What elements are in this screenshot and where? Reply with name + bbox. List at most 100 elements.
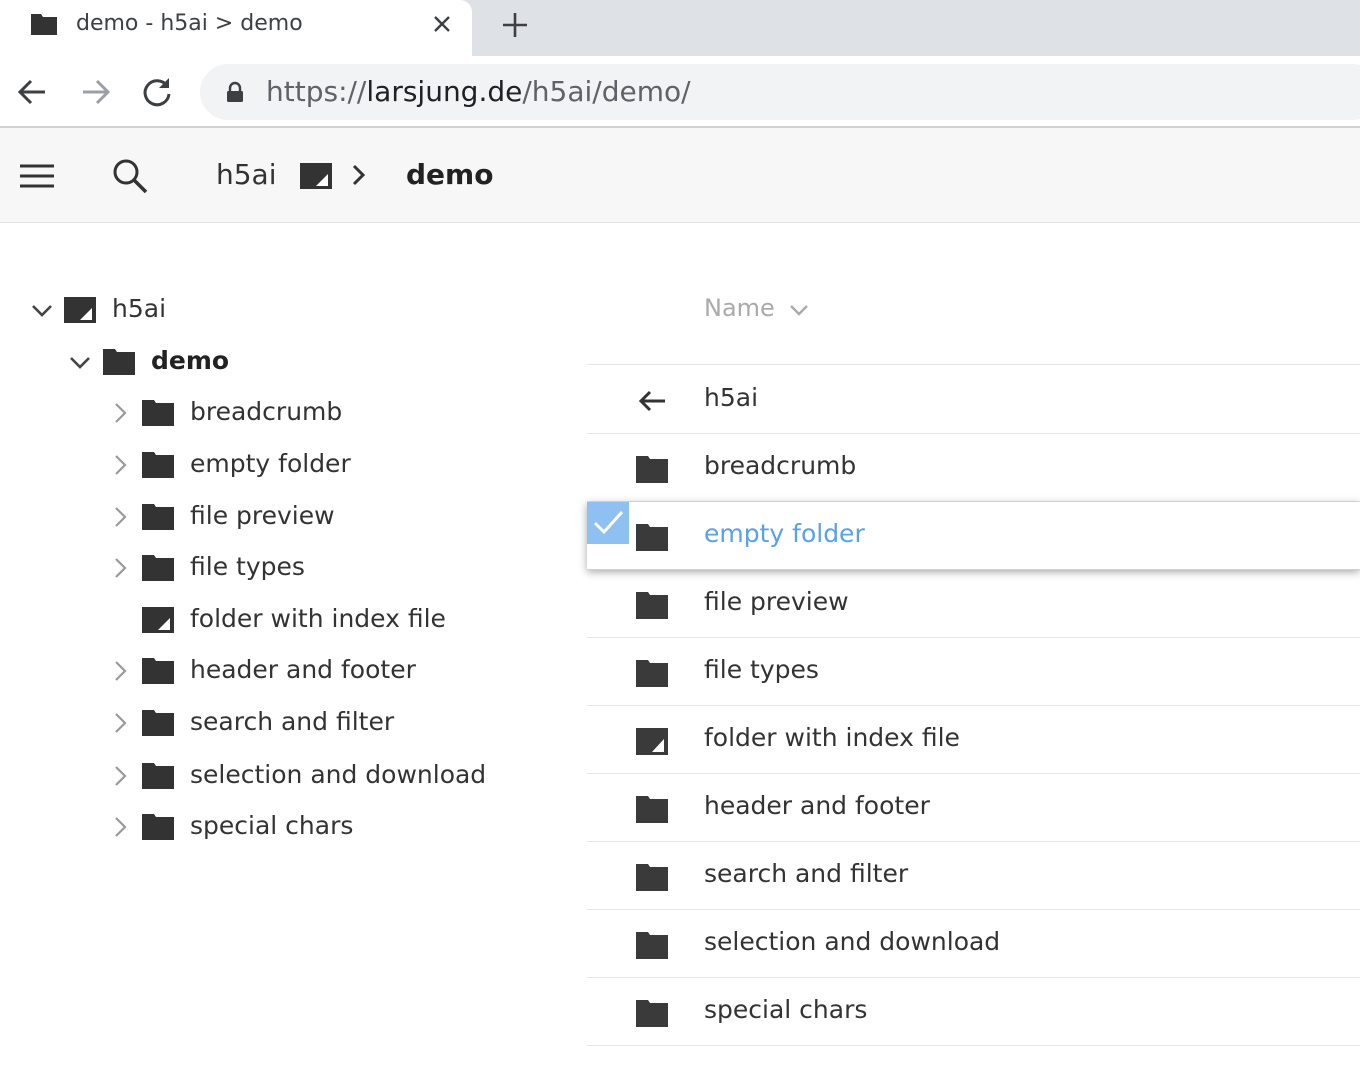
chevron-right-icon[interactable] xyxy=(108,453,132,477)
chevron-right-icon[interactable] xyxy=(108,505,132,529)
item-label: search and filter xyxy=(704,859,909,888)
folder-page-icon xyxy=(636,728,668,755)
arrow-left-icon[interactable] xyxy=(13,72,53,112)
folder-icon xyxy=(142,658,174,684)
address-bar[interactable]: https://larsjung.de/h5ai/demo/ xyxy=(200,64,1360,120)
chevron-down-icon[interactable] xyxy=(68,350,92,374)
breadcrumb-root[interactable]: h5ai xyxy=(216,158,277,191)
tree-item[interactable]: file types xyxy=(108,548,528,588)
tree-label: file preview xyxy=(190,501,335,530)
tree-label: demo xyxy=(151,346,230,375)
tree-label: empty folder xyxy=(190,449,351,478)
chevron-right-icon xyxy=(352,164,366,186)
tree-label: h5ai xyxy=(112,294,167,323)
tree-item[interactable]: empty folder xyxy=(108,445,528,485)
folder-icon xyxy=(142,710,174,736)
tree-item[interactable]: folder with index file xyxy=(108,600,528,640)
chevron-down-icon[interactable] xyxy=(787,298,811,322)
folder-icon xyxy=(103,349,135,375)
browser-tab[interactable]: demo - h5ai > demo xyxy=(0,0,472,56)
hamburger-menu-icon[interactable] xyxy=(18,161,56,191)
item-label: header and footer xyxy=(704,791,930,820)
item-label: file types xyxy=(704,655,819,684)
folder-icon xyxy=(142,504,174,530)
folder-icon xyxy=(636,456,668,483)
tree-item[interactable]: selection and download xyxy=(108,756,528,796)
tree-item-current[interactable]: demo xyxy=(68,342,468,382)
arrow-left-icon xyxy=(638,390,665,412)
tab-title: demo - h5ai > demo xyxy=(76,11,303,36)
tree-label: folder with index file xyxy=(190,604,446,633)
tree-item-root[interactable]: h5ai xyxy=(30,290,430,330)
checkmark-icon xyxy=(593,510,624,535)
tree-item[interactable]: file preview xyxy=(108,497,528,537)
tree-label: file types xyxy=(190,552,305,581)
folder-icon xyxy=(636,932,668,959)
list-item-selected[interactable]: empty folder xyxy=(587,502,1360,570)
url-text: https://larsjung.de/h5ai/demo/ xyxy=(266,75,691,108)
list-header: Name xyxy=(587,290,1360,365)
tree-item[interactable]: special chars xyxy=(108,807,528,847)
folder-icon xyxy=(142,400,174,426)
list-item[interactable]: special chars xyxy=(587,978,1360,1046)
list-item[interactable]: file preview xyxy=(587,570,1360,638)
item-label: special chars xyxy=(704,995,868,1024)
tree-label: special chars xyxy=(190,811,354,840)
list-item[interactable]: search and filter xyxy=(587,842,1360,910)
reload-icon[interactable] xyxy=(137,72,177,112)
item-label: selection and download xyxy=(704,927,1001,956)
browser-toolbar: https://larsjung.de/h5ai/demo/ xyxy=(0,56,1360,128)
folder-icon xyxy=(636,660,668,687)
folder-icon xyxy=(142,555,174,581)
arrow-right-icon[interactable] xyxy=(75,72,115,112)
folder-page-icon xyxy=(64,297,96,323)
folder-icon xyxy=(31,14,57,35)
selection-check[interactable] xyxy=(587,502,629,544)
browser-tabstrip: demo - h5ai > demo xyxy=(0,0,1360,56)
folder-icon xyxy=(636,1000,668,1027)
folder-icon xyxy=(636,524,668,551)
folder-page-icon xyxy=(142,607,174,633)
tree-label: breadcrumb xyxy=(190,397,343,426)
tree-label: header and footer xyxy=(190,655,416,684)
item-label: empty folder xyxy=(704,519,865,548)
folder-icon xyxy=(142,452,174,478)
folder-icon xyxy=(636,864,668,891)
tree-label: selection and download xyxy=(190,760,487,789)
url-path: /h5ai/demo/ xyxy=(522,75,691,108)
folder-icon xyxy=(636,796,668,823)
plus-icon[interactable] xyxy=(496,6,534,44)
close-icon[interactable] xyxy=(426,8,458,40)
lock-icon xyxy=(227,81,243,102)
url-host: larsjung.de xyxy=(366,75,523,108)
h5ai-topbar: h5ai demo xyxy=(0,128,1360,223)
url-scheme: https:// xyxy=(266,75,367,108)
tree-item[interactable]: search and filter xyxy=(108,703,528,743)
folder-page-icon xyxy=(300,163,332,189)
folder-icon xyxy=(636,592,668,619)
chevron-right-icon[interactable] xyxy=(108,401,132,425)
list-item[interactable]: folder with index file xyxy=(587,706,1360,774)
folder-icon xyxy=(142,814,174,840)
folder-icon xyxy=(142,763,174,789)
list-item[interactable]: file types xyxy=(587,638,1360,706)
tree-label: search and filter xyxy=(190,707,395,736)
sort-by-name-button[interactable]: Name xyxy=(704,294,775,322)
chevron-down-icon[interactable] xyxy=(30,298,54,322)
list-item[interactable]: breadcrumb xyxy=(587,434,1360,502)
chevron-right-icon[interactable] xyxy=(108,659,132,683)
list-item[interactable]: header and footer xyxy=(587,774,1360,842)
chevron-right-icon[interactable] xyxy=(108,815,132,839)
item-label: file preview xyxy=(704,587,849,616)
item-label: h5ai xyxy=(704,383,759,412)
chevron-right-icon[interactable] xyxy=(108,764,132,788)
tree-item[interactable]: header and footer xyxy=(108,651,528,691)
search-icon[interactable] xyxy=(110,156,150,196)
chevron-right-icon[interactable] xyxy=(108,556,132,580)
item-label: folder with index file xyxy=(704,723,960,752)
breadcrumb-current[interactable]: demo xyxy=(406,158,493,191)
parent-folder-row[interactable]: h5ai xyxy=(587,366,1360,434)
chevron-right-icon[interactable] xyxy=(108,711,132,735)
list-item[interactable]: selection and download xyxy=(587,910,1360,978)
tree-item[interactable]: breadcrumb xyxy=(108,393,528,433)
